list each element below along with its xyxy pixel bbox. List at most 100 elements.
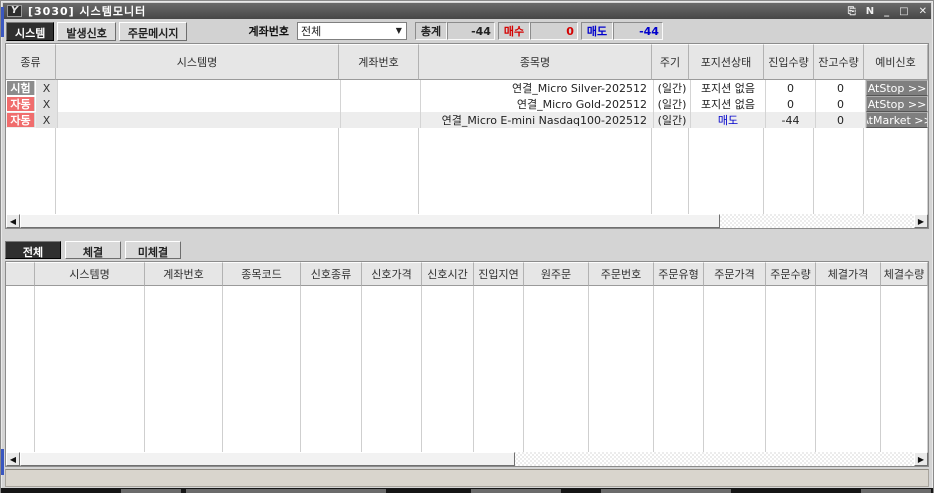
table-row[interactable]: 시험 X 연결_Micro Silver-202512 (일간) 포지션 없음 … [6, 80, 928, 96]
row-close-button[interactable]: X [36, 80, 58, 96]
account-select[interactable]: 전체 ▼ [297, 22, 407, 40]
total-label: 총계 [415, 22, 447, 40]
app-logo-icon: Y [7, 5, 22, 17]
col-type[interactable]: 종류 [6, 44, 56, 80]
background-window-sliver [1, 449, 4, 475]
row-type-badge: 시험 [7, 81, 35, 95]
col-position-state[interactable]: 포지션상태 [689, 44, 764, 80]
row-close-button[interactable]: X [36, 96, 58, 112]
tab-unfilled[interactable]: 미체결 [125, 241, 181, 259]
col-order-qty[interactable]: 주문수량 [766, 262, 816, 286]
col-system-name[interactable]: 시스템명 [35, 262, 145, 286]
sell-value: -44 [613, 22, 663, 40]
col-blank [6, 262, 35, 286]
reserve-signal-button[interactable]: AtStop >> [866, 80, 928, 96]
col-fill-qty[interactable]: 체결수량 [881, 262, 928, 286]
cell-entry-qty: 0 [766, 96, 816, 112]
row-close-button[interactable]: X [36, 112, 58, 128]
cell-system-name [58, 80, 341, 96]
scroll-right-icon[interactable]: ▶ [914, 214, 928, 228]
buy-label: 매수 [498, 22, 530, 40]
system-table-header: 종류 시스템명 계좌번호 종목명 주기 포지션상태 진입수량 잔고수량 예비신호 [6, 44, 928, 80]
col-symbol-code[interactable]: 종목코드 [223, 262, 301, 286]
col-order-number[interactable]: 주문번호 [589, 262, 654, 286]
scroll-left-icon[interactable]: ◀ [6, 214, 20, 228]
background-window-edge [1, 488, 933, 493]
reserve-signal-button[interactable]: AtStop >> [866, 96, 928, 112]
tab-filled[interactable]: 체결 [65, 241, 121, 259]
empty-grid-area [6, 128, 928, 214]
col-symbol[interactable]: 종목명 [419, 44, 652, 80]
tab-all-orders[interactable]: 전체 [5, 241, 61, 259]
background-window-sliver [1, 7, 4, 37]
horizontal-scrollbar[interactable]: ◀ ▶ [6, 214, 928, 228]
status-bar [5, 469, 929, 487]
titlebar[interactable]: Y [3030] 시스템모니터 ⎘ N _ □ ✕ [3, 3, 931, 19]
cell-balance-qty: 0 [816, 96, 866, 112]
cell-period: (일간) [654, 80, 691, 96]
cell-system-name [58, 96, 341, 112]
scrollbar-thumb[interactable] [20, 452, 515, 466]
cell-symbol: 연결_Micro Gold-202512 [421, 96, 654, 112]
system-monitor-window: Y [3030] 시스템모니터 ⎘ N _ □ ✕ 시스템 발생신호 주문메시지… [0, 0, 934, 493]
table-row[interactable]: 자동 X 연결_Micro Gold-202512 (일간) 포지션 없음 0 … [6, 96, 928, 112]
col-period[interactable]: 주기 [652, 44, 689, 80]
row-type-badge: 자동 [7, 97, 35, 111]
chevron-down-icon[interactable]: ▼ [396, 26, 402, 35]
cell-position-state: 포지션 없음 [691, 80, 766, 96]
popout-icon[interactable]: ⎘ [848, 6, 856, 17]
sell-label: 매도 [581, 22, 613, 40]
cell-symbol: 연결_Micro E-mini Nasdaq100-202512 [421, 112, 654, 128]
col-fill-price[interactable]: 체결가격 [816, 262, 881, 286]
minimize-icon[interactable]: _ [884, 6, 889, 17]
tab-system[interactable]: 시스템 [6, 22, 54, 41]
window-title: [3030] 시스템모니터 [28, 3, 146, 19]
system-table: 종류 시스템명 계좌번호 종목명 주기 포지션상태 진입수량 잔고수량 예비신호… [5, 43, 929, 229]
cell-account [341, 80, 421, 96]
cell-entry-qty: 0 [766, 80, 816, 96]
scrollbar-thumb[interactable] [20, 214, 720, 228]
row-type-badge: 자동 [7, 113, 35, 127]
close-icon[interactable]: ✕ [919, 6, 927, 17]
tab-signals[interactable]: 발생신호 [57, 22, 115, 41]
col-reserve-signal[interactable]: 예비신호 [864, 44, 928, 80]
col-signal-price[interactable]: 신호가격 [362, 262, 422, 286]
empty-grid-area [6, 286, 928, 452]
cell-position-state: 매도 [691, 112, 766, 128]
horizontal-scrollbar[interactable]: ◀ ▶ [6, 452, 928, 466]
reserve-signal-button[interactable]: AtMarket >> [866, 112, 928, 128]
account-number-label: 계좌번호 [248, 23, 288, 39]
cell-account [341, 96, 421, 112]
cell-system-name [58, 112, 341, 128]
col-balance-qty[interactable]: 잔고수량 [814, 44, 864, 80]
cell-balance-qty: 0 [816, 112, 866, 128]
col-order-type[interactable]: 주문유형 [654, 262, 704, 286]
account-select-value: 전체 [301, 23, 321, 39]
col-signal-time[interactable]: 신호시간 [422, 262, 474, 286]
cell-period: (일간) [654, 112, 691, 128]
col-system-name[interactable]: 시스템명 [56, 44, 339, 80]
cell-position-state: 포지션 없음 [691, 96, 766, 112]
col-account[interactable]: 계좌번호 [339, 44, 419, 80]
col-original-order[interactable]: 원주문 [524, 262, 589, 286]
tab-order-messages[interactable]: 주문메시지 [119, 22, 188, 41]
buy-value: 0 [530, 22, 578, 40]
order-table-header: 시스템명 계좌번호 종목코드 신호종류 신호가격 신호시간 진입지연 원주문 주… [6, 262, 928, 286]
cell-period: (일간) [654, 96, 691, 112]
cell-balance-qty: 0 [816, 80, 866, 96]
n-button-icon[interactable]: N [866, 6, 874, 17]
table-row[interactable]: 자동 X 연결_Micro E-mini Nasdaq100-202512 (일… [6, 112, 928, 128]
col-account[interactable]: 계좌번호 [145, 262, 223, 286]
col-entry-qty[interactable]: 진입수량 [764, 44, 814, 80]
cell-account [341, 112, 421, 128]
order-section-tabs: 전체 체결 미체결 [5, 241, 181, 261]
total-value: -44 [447, 22, 495, 40]
cell-entry-qty: -44 [766, 112, 816, 128]
scroll-left-icon[interactable]: ◀ [6, 452, 20, 466]
scroll-right-icon[interactable]: ▶ [914, 452, 928, 466]
order-table: 시스템명 계좌번호 종목코드 신호종류 신호가격 신호시간 진입지연 원주문 주… [5, 261, 929, 467]
maximize-icon[interactable]: □ [899, 6, 908, 17]
col-entry-delay[interactable]: 진입지연 [474, 262, 524, 286]
col-signal-kind[interactable]: 신호종류 [301, 262, 362, 286]
col-order-price[interactable]: 주문가격 [704, 262, 766, 286]
